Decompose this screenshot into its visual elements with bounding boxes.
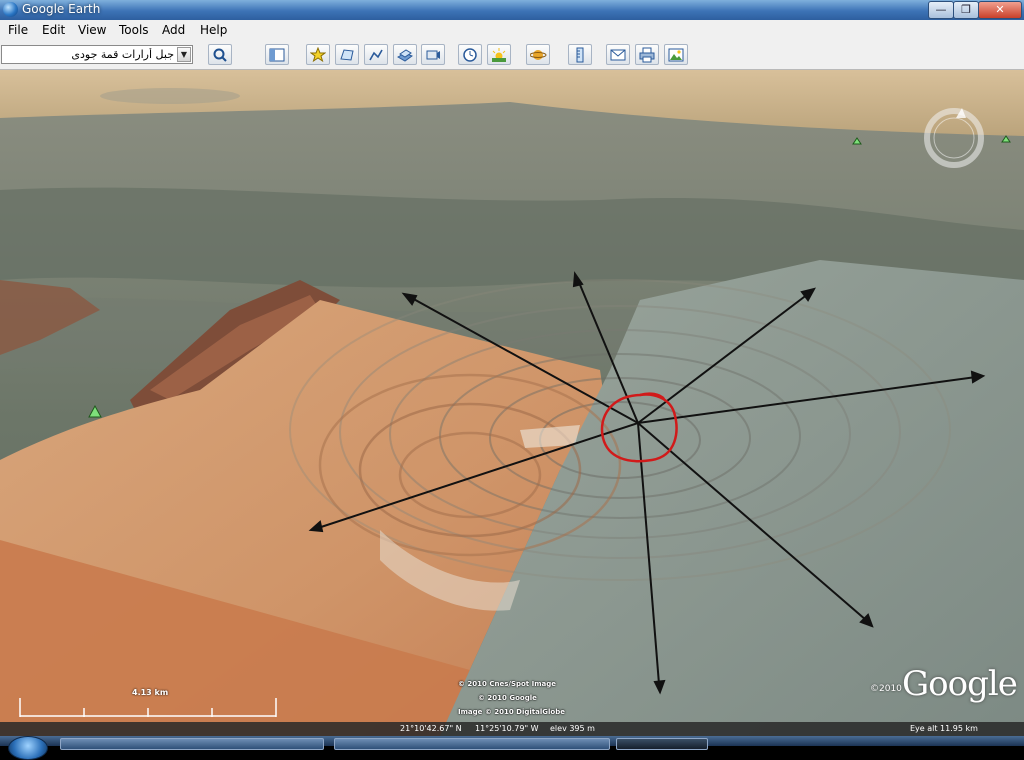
sunlight-icon [492, 48, 506, 62]
status-longitude: 11°25'10.79" W [475, 724, 539, 733]
menu-bar: File Edit View Tools Add Help [0, 20, 1024, 42]
menu-view[interactable]: View [78, 23, 106, 37]
toolbar: ▼ [0, 41, 1024, 70]
scale-bar-label: 4.13 km [132, 688, 169, 697]
attribution-line-2: © 2010 Google [478, 694, 537, 702]
email-button[interactable] [606, 44, 630, 65]
save-image-icon [668, 48, 684, 62]
sidebar-toggle-icon [269, 48, 285, 62]
planets-icon [530, 50, 547, 60]
search-input[interactable] [4, 47, 174, 62]
taskbar-item-active[interactable] [616, 738, 708, 750]
polygon-icon [340, 49, 354, 61]
maximize-button[interactable]: ❐ [953, 1, 979, 19]
taskbar-item[interactable] [60, 738, 324, 750]
placemark-icon [310, 47, 326, 63]
status-bar: 21°10'42.67" N 11°25'10.79" W elev 395 m… [0, 722, 1024, 736]
search-icon [213, 48, 227, 62]
start-button[interactable] [8, 736, 48, 760]
switch-planets-button[interactable] [526, 44, 550, 65]
image-overlay-icon [397, 49, 413, 62]
menu-edit[interactable]: Edit [42, 23, 65, 37]
ruler-button[interactable] [568, 44, 592, 65]
attribution-line-1: © 2010 Cnes/Spot Image [458, 680, 556, 688]
menu-add[interactable]: Add [162, 23, 185, 37]
menu-file[interactable]: File [8, 23, 28, 37]
status-latitude: 21°10'42.67" N [400, 724, 462, 733]
close-button[interactable]: ✕ [978, 1, 1022, 19]
attribution-line-3: Image © 2010 DigitalGlobe [458, 708, 565, 716]
add-polygon-button[interactable] [335, 44, 359, 65]
windows-taskbar [0, 736, 1024, 760]
menu-tools[interactable]: Tools [119, 23, 149, 37]
search-history-dropdown[interactable]: ▼ [177, 47, 191, 62]
search-box: ▼ [1, 45, 193, 64]
search-button[interactable] [208, 44, 232, 65]
earth-3d-view[interactable]: 4.13 km © 2010 Cnes/Spot Image © 2010 Go… [0, 70, 1024, 736]
google-logo: Google [902, 664, 1018, 704]
satellite-terrain-image [0, 70, 1024, 736]
logo-year: ©2010 [870, 684, 902, 694]
add-path-button[interactable] [364, 44, 388, 65]
path-icon [369, 49, 383, 61]
status-elevation: elev 395 m [550, 724, 595, 733]
minimize-button[interactable]: — [928, 1, 954, 19]
window-title: Google Earth [22, 2, 101, 16]
sunlight-button[interactable] [487, 44, 511, 65]
print-icon [639, 47, 655, 63]
record-tour-icon [426, 50, 440, 60]
add-placemark-button[interactable] [306, 44, 330, 65]
google-earth-app-icon [3, 2, 18, 17]
record-tour-button[interactable] [421, 44, 445, 65]
taskbar-item[interactable] [334, 738, 610, 750]
status-eye-altitude: Eye alt 11.95 km [910, 724, 978, 733]
add-image-overlay-button[interactable] [393, 44, 417, 65]
menu-help[interactable]: Help [200, 23, 227, 37]
print-button[interactable] [635, 44, 659, 65]
sidebar-toggle-button[interactable] [265, 44, 289, 65]
save-image-button[interactable] [664, 44, 688, 65]
title-bar: Google Earth — ❐ ✕ [0, 0, 1024, 20]
ruler-icon [576, 47, 584, 63]
email-icon [610, 49, 626, 61]
historical-imagery-button[interactable] [458, 44, 482, 65]
historical-imagery-icon [463, 48, 477, 62]
